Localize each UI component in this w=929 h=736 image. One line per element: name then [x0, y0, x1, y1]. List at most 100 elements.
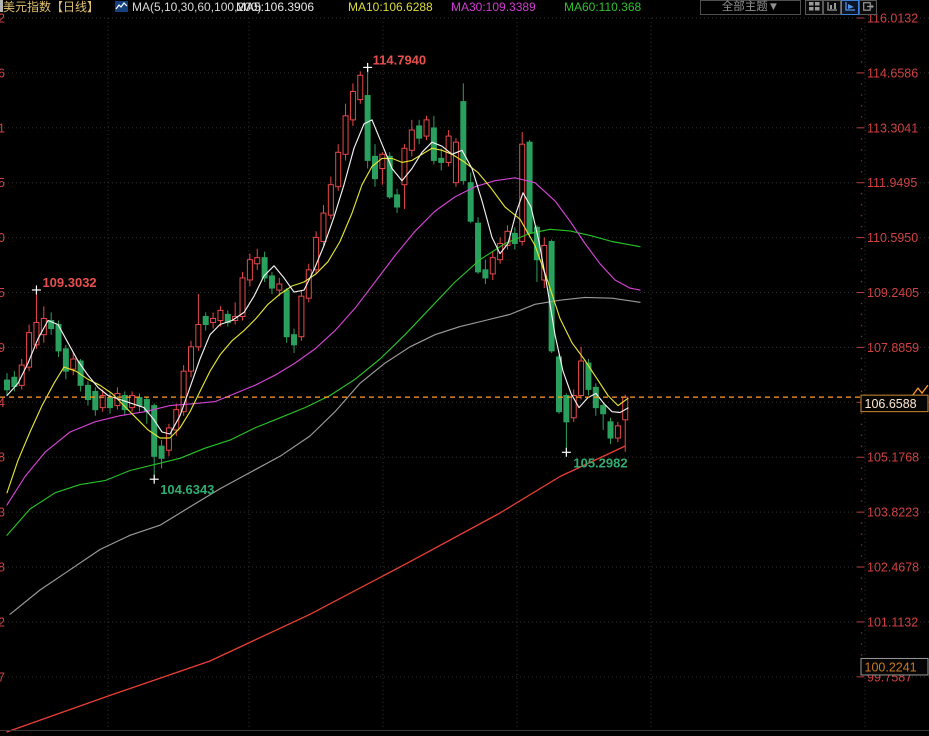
down-candle — [564, 393, 569, 452]
minor-tick — [861, 412, 863, 414]
minor-tick — [861, 391, 863, 393]
axis-label: 109.2405 — [867, 286, 919, 300]
ma200-line — [7, 446, 625, 732]
up-candle — [490, 252, 495, 280]
minor-tick — [861, 138, 863, 140]
time-gridlines — [108, 18, 865, 730]
down-candle — [608, 418, 613, 444]
axis-label: 102.4678 — [867, 561, 919, 575]
candle-body — [203, 316, 208, 324]
minor-tick — [861, 423, 863, 425]
candle-body — [211, 318, 216, 322]
candle-body — [240, 278, 245, 317]
candle-body — [461, 102, 466, 181]
candle-body — [358, 75, 363, 99]
down-candle — [461, 83, 466, 184]
mini-chart-icon — [115, 1, 128, 12]
extreme-marker-icon — [32, 285, 41, 294]
minor-tick — [861, 577, 863, 579]
ma5-value: MA5:106.3906 — [236, 1, 314, 14]
layout-grid-icon[interactable] — [805, 0, 823, 15]
candle-body — [108, 398, 113, 408]
down-candle — [203, 312, 208, 330]
minor-tick — [861, 116, 863, 118]
axis-label: 114.6586 — [867, 66, 918, 80]
up-candle — [34, 290, 39, 349]
down-candle — [269, 272, 274, 294]
down-candle — [63, 345, 68, 379]
down-candle — [137, 393, 142, 411]
left-price-axis-clipped: 116.0132114.6586113.3041111.9495110.5950… — [0, 12, 5, 685]
candle-body — [586, 363, 591, 389]
minor-tick — [861, 105, 863, 107]
minor-tick — [861, 270, 863, 272]
candle-body — [71, 359, 76, 369]
up-candle — [424, 116, 429, 140]
down-candle — [483, 260, 488, 284]
annotations: 109.3032114.7940104.6343105.2982 — [32, 52, 628, 497]
axis-label-clipped: 113.3041 — [0, 121, 5, 135]
minor-tick — [861, 314, 863, 316]
minor-tick — [861, 171, 863, 173]
candle-body — [93, 391, 98, 409]
candle-body — [247, 260, 252, 280]
down-candle — [12, 371, 17, 391]
up-candle — [247, 254, 252, 286]
instrument-title: 美元指数【日线】 — [3, 1, 99, 14]
candle-body — [557, 357, 562, 412]
down-candle — [431, 116, 436, 165]
candle-body — [373, 156, 378, 178]
candle-body — [424, 120, 429, 136]
candle-body — [269, 276, 274, 288]
minor-tick — [861, 599, 863, 601]
minor-tick — [861, 588, 863, 590]
up-candle — [358, 71, 363, 103]
axis-label: 101.1132 — [867, 615, 918, 629]
minor-tick — [861, 149, 863, 151]
down-candle — [549, 239, 554, 352]
minor-tick — [861, 94, 863, 96]
minor-tick — [861, 325, 863, 327]
minor-tick — [861, 39, 863, 41]
candle-body — [564, 395, 569, 421]
minor-tick — [861, 500, 863, 502]
extreme-marker-icon — [363, 63, 372, 72]
right-price-axis: 116.0132114.6586113.3041111.9495110.5950… — [857, 12, 919, 685]
active-chart-panel-icon[interactable] — [841, 0, 859, 15]
up-candle — [453, 138, 458, 187]
candle-body — [579, 361, 584, 395]
candle-body — [5, 380, 10, 390]
minor-tick — [861, 380, 863, 382]
new-chart-panel-icon[interactable] — [823, 0, 841, 15]
axis-label-clipped: 109.2405 — [0, 286, 5, 300]
minor-tick — [861, 522, 863, 524]
axis-label-clipped: 110.5950 — [0, 231, 5, 245]
minor-tick — [861, 632, 863, 634]
ma60-value: MA60:110.368 — [564, 1, 641, 14]
candle-body — [137, 398, 142, 406]
down-candle — [5, 373, 10, 395]
up-candle — [623, 395, 628, 452]
theme-dropdown[interactable]: 全部主题▼ — [700, 0, 801, 15]
down-candle — [439, 148, 444, 170]
up-candle — [343, 104, 348, 161]
down-candle — [557, 355, 562, 414]
minor-tick — [861, 336, 863, 338]
up-candle — [336, 144, 341, 191]
minor-tick — [861, 555, 863, 557]
pop-out-window-icon[interactable] — [859, 0, 877, 15]
candlestick-chart[interactable]: 109.3032114.7940104.6343105.2982 116.0132… — [0, 0, 929, 736]
up-candle — [380, 152, 385, 184]
up-candle — [520, 132, 525, 245]
up-candle — [255, 249, 260, 270]
minor-tick — [861, 259, 863, 261]
candle-body — [152, 406, 157, 457]
up-candle — [233, 302, 238, 324]
down-candle — [152, 404, 157, 480]
alert-price-label-value: 100.2241 — [865, 660, 917, 674]
latest-price-arrow-icon — [912, 385, 928, 396]
candle-body — [446, 136, 451, 162]
candle-body — [549, 241, 554, 350]
minor-tick — [861, 281, 863, 283]
current-price-label: 106.6588 — [861, 395, 928, 412]
